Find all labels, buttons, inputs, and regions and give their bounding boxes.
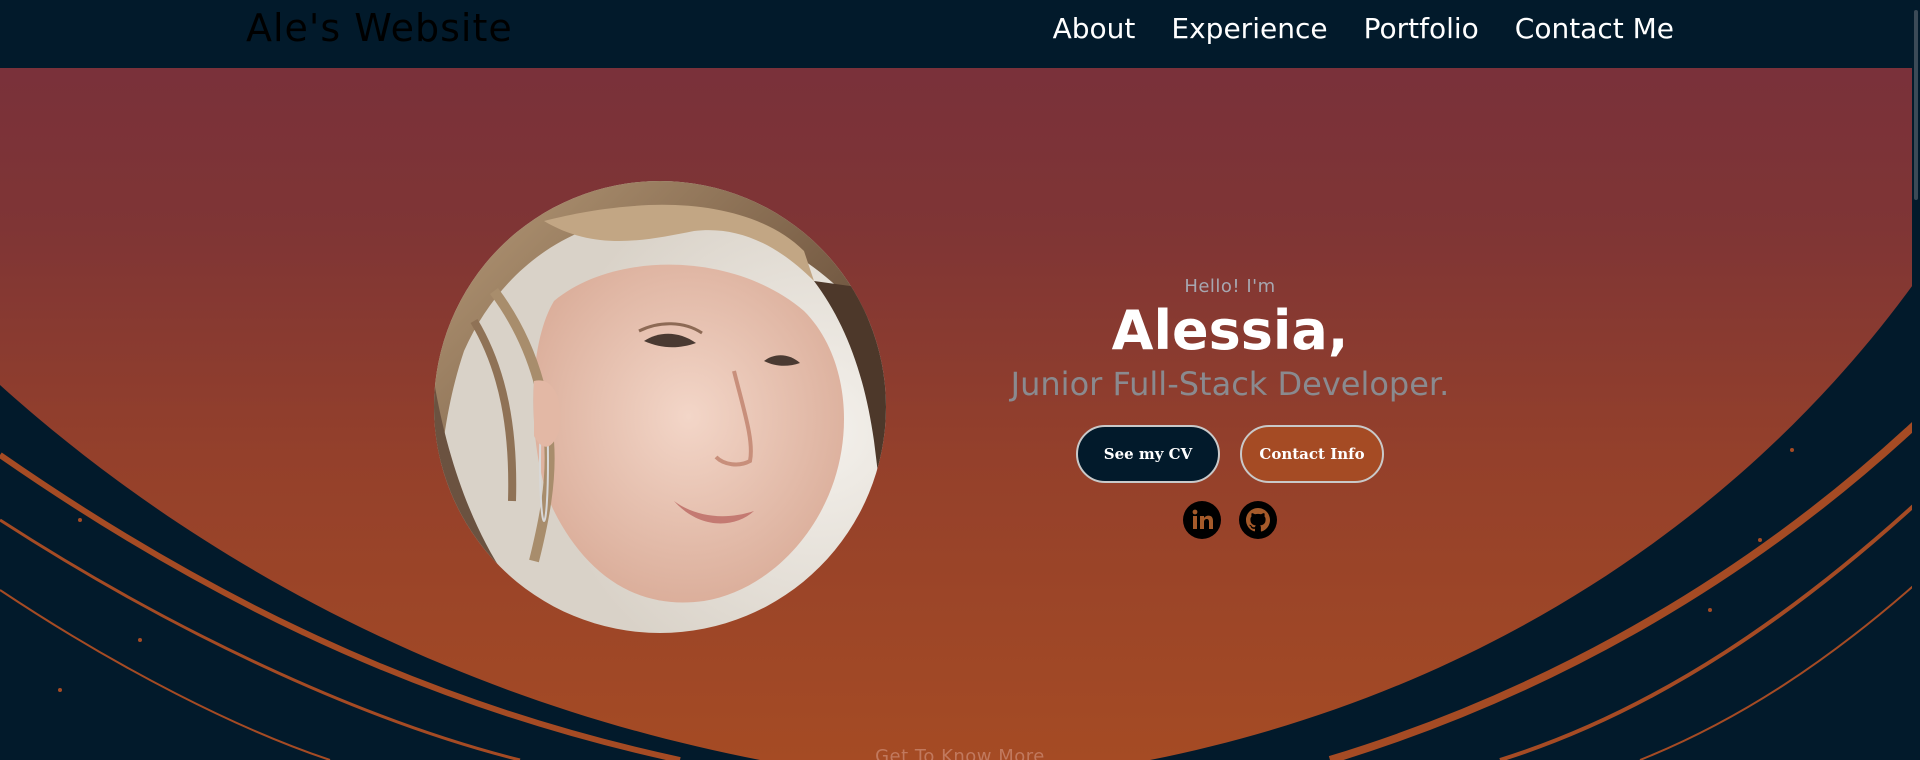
linkedin-icon[interactable] (1183, 501, 1221, 539)
nav-experience-link[interactable]: Experience (1171, 12, 1327, 45)
nav-portfolio-link[interactable]: Portfolio (1364, 12, 1479, 45)
github-icon[interactable] (1239, 501, 1277, 539)
site-brand[interactable]: Ale's Website (246, 6, 513, 50)
hero-buttons: See my CV Contact Info (930, 425, 1530, 483)
hero-role: Junior Full-Stack Developer. (1010, 365, 1450, 403)
hero-name: Alessia, (1111, 299, 1349, 362)
profile-photo (434, 181, 886, 633)
social-links (930, 501, 1530, 539)
nav-links: About Experience Portfolio Contact Me (1053, 12, 1674, 45)
greeting-text: Hello! I'm (1184, 276, 1276, 297)
nav-contact-link[interactable]: Contact Me (1515, 12, 1674, 45)
get-to-know-more-text[interactable]: Get To Know More (0, 746, 1920, 760)
scrollbar-thumb[interactable] (1914, 10, 1918, 200)
intro-section: Hello! I'm Alessia, Junior Full-Stack De… (930, 270, 1530, 539)
see-cv-button[interactable]: See my CV (1076, 425, 1220, 483)
nav-about-link[interactable]: About (1053, 12, 1136, 45)
top-navbar: Ale's Website About Experience Portfolio… (0, 0, 1920, 68)
contact-info-button[interactable]: Contact Info (1240, 425, 1384, 483)
